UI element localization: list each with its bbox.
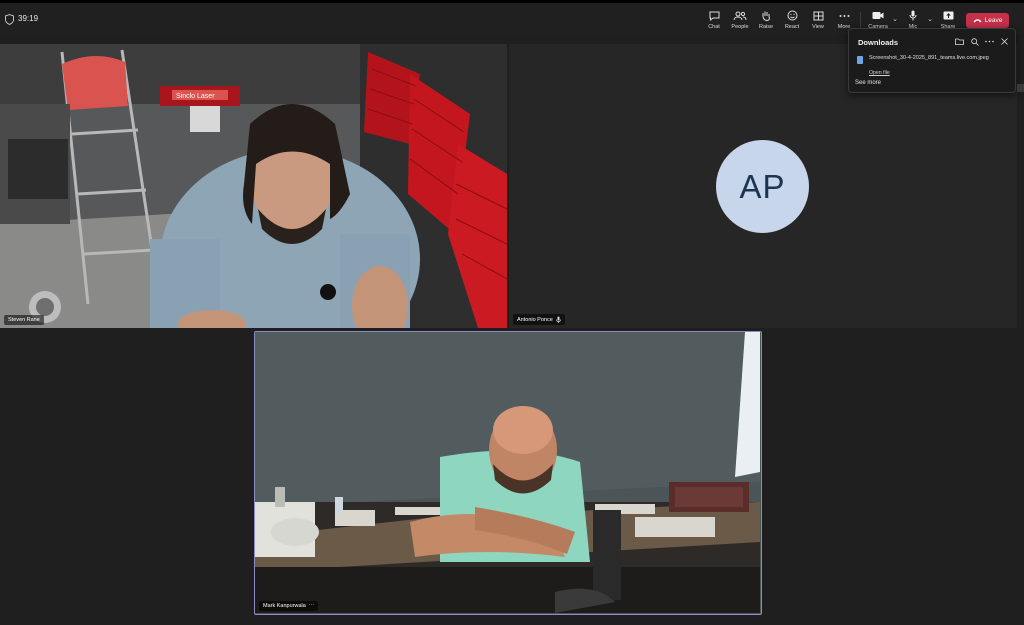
mic-options-chevron-icon[interactable]: ⌄ [926,16,934,24]
chat-label: Chat [708,24,720,30]
view-label: View [812,24,824,30]
video-tile-mark[interactable]: Mark Kanpurwala ⋯ [254,331,762,615]
meeting-timer: 39:19 [18,14,39,23]
people-label: People [731,24,749,30]
participant-name: Mark Kanpurwala [263,603,306,609]
download-file-name: Screenshot_30-4-2025_891_teams.live.com.… [869,55,989,61]
search-icon[interactable] [970,37,979,46]
view-icon [811,9,825,22]
download-item[interactable]: Screenshot_30-4-2025_891_teams.live.com.… [857,55,989,79]
camera-options-chevron-icon[interactable]: ⌄ [891,16,899,24]
video-tile-steven[interactable]: Sinclo Laser Steven Rane [0,44,507,328]
people-icon [733,9,747,22]
more-options-icon[interactable]: ⋯ [309,603,315,609]
toolbar-divider [860,12,861,29]
raise-hand-icon [759,9,773,22]
downloads-panel: Downloads Screenshot_30-4-2025_891_teams… [848,28,1016,93]
participant-name-tag: Antonio Ponce [513,314,565,325]
mic-icon [906,9,920,22]
folder-icon[interactable] [955,37,964,46]
participant-name-tag: Steven Rane [4,315,44,325]
participant-name: Antonio Ponce [517,316,553,323]
phone-hangup-icon [973,19,982,23]
leave-label: Leave [984,17,1003,24]
laser-sign-text: Sinclo Laser [176,93,215,100]
react-button[interactable]: React [778,9,806,33]
raise-button[interactable]: Raise [752,9,780,33]
downloads-title: Downloads [858,38,899,47]
avatar: AP [716,140,809,233]
react-label: React [784,24,800,30]
camera-icon [871,9,885,22]
chat-button[interactable]: Chat [700,9,728,33]
mic-indicator-icon [555,316,561,323]
window-edge [1017,84,1024,92]
file-icon [857,56,863,64]
close-icon[interactable] [1000,37,1009,46]
more-icon[interactable] [985,37,994,46]
react-icon [785,9,799,22]
participant-name: Steven Rane [8,317,40,323]
view-button[interactable]: View [804,9,832,33]
raise-label: Raise [758,24,774,30]
open-file-link[interactable]: Open file [869,70,890,76]
see-more-link[interactable]: See more [855,80,881,86]
steven-video-feed: Sinclo Laser [0,44,507,328]
more-icon [837,9,851,22]
chat-icon [707,9,721,22]
people-button[interactable]: People [726,9,754,33]
shield-icon [5,14,14,25]
mark-video-feed [255,332,760,613]
leave-button[interactable]: Leave [966,13,1009,28]
participant-name-tag: Mark Kanpurwala ⋯ [259,601,319,611]
share-icon [941,9,955,22]
downloads-toolbar [955,37,1009,46]
